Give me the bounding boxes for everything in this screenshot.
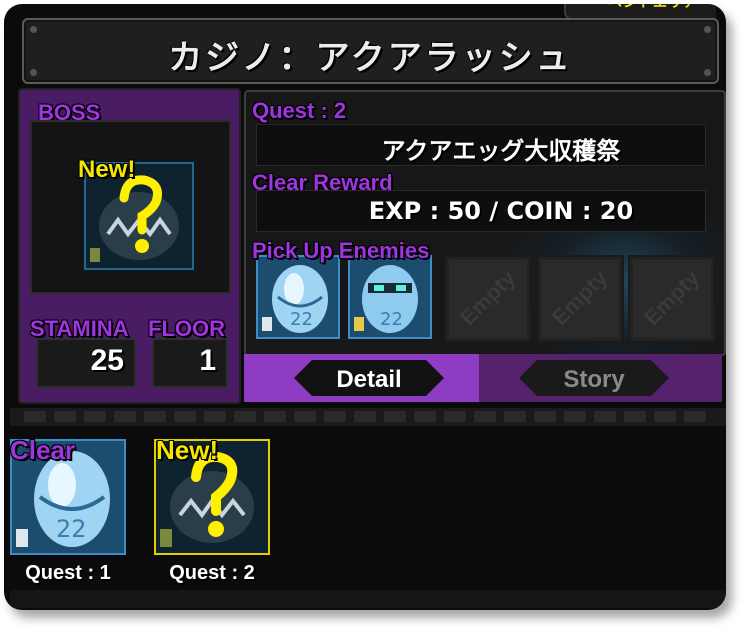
quest-number-label: Quest : 2: [252, 98, 347, 123]
stamina-value: 25: [90, 344, 124, 377]
quest-window: ベントエリア カジノ：アクアラッシュ BOSS New! STAMINA FLO…: [4, 4, 726, 610]
aqua-egg-monster-icon: 22: [258, 257, 338, 337]
floor-box: 1: [152, 338, 228, 388]
tab-detail[interactable]: Detail: [244, 354, 479, 402]
pickup-empty-1: Empty: [444, 255, 532, 343]
pickup-empty-3: Empty: [628, 255, 716, 343]
empty-label: Empty: [639, 265, 705, 331]
tab-bar: Detail Story: [244, 354, 722, 402]
reward-bar: EXP : 50 / COIN : 20: [256, 190, 706, 232]
aqua-egg-monster-icon: 22: [350, 257, 430, 337]
svg-text:22: 22: [56, 515, 87, 543]
quest-list-item-1[interactable]: 22 Clear: [10, 435, 126, 555]
boss-new-badge: New!: [78, 156, 136, 183]
boss-panel: BOSS New! STAMINA FLOOR 25 1: [18, 88, 241, 404]
event-area-label: ベントエリア: [608, 4, 698, 12]
title-bar: カジノ：アクアラッシュ: [22, 18, 719, 84]
pickup-empty-2: Empty: [536, 255, 624, 343]
svg-text:22: 22: [380, 309, 403, 330]
quest-name: アクアエッグ大収穫祭: [381, 137, 621, 165]
empty-label: Empty: [455, 265, 521, 331]
pickup-label: Pick Up Enemies: [252, 238, 430, 263]
quest-list-item-2[interactable]: New!: [154, 435, 270, 555]
empty-label: Empty: [547, 265, 613, 331]
quest-name-bar: アクアエッグ大収穫祭: [256, 124, 706, 166]
floor-value: 1: [199, 344, 216, 377]
page-title: カジノ：アクアラッシュ: [168, 38, 573, 78]
quest-2-new-badge: New!: [156, 435, 219, 465]
film-strip-top: [10, 408, 726, 426]
film-strip-bottom: [10, 590, 726, 608]
quest-detail-panel: Quest : 2 アクアエッグ大収穫祭 Clear Reward EXP : …: [244, 90, 726, 356]
quest-1-caption: Quest : 1: [25, 562, 111, 584]
tab-story-label: Story: [563, 366, 625, 393]
tab-story[interactable]: Story: [519, 360, 669, 396]
quest-2-caption: Quest : 2: [169, 562, 255, 584]
quest-1-clear-badge: Clear: [10, 435, 76, 465]
stamina-box: 25: [36, 338, 136, 388]
boss-frame: New!: [30, 120, 231, 294]
reward-value: EXP : 50 / COIN : 20: [368, 197, 634, 225]
pickup-enemy-2[interactable]: 22: [348, 255, 432, 339]
tab-detail-label: Detail: [336, 366, 402, 393]
svg-text:22: 22: [290, 309, 313, 330]
pickup-enemy-1[interactable]: 22: [256, 255, 340, 339]
